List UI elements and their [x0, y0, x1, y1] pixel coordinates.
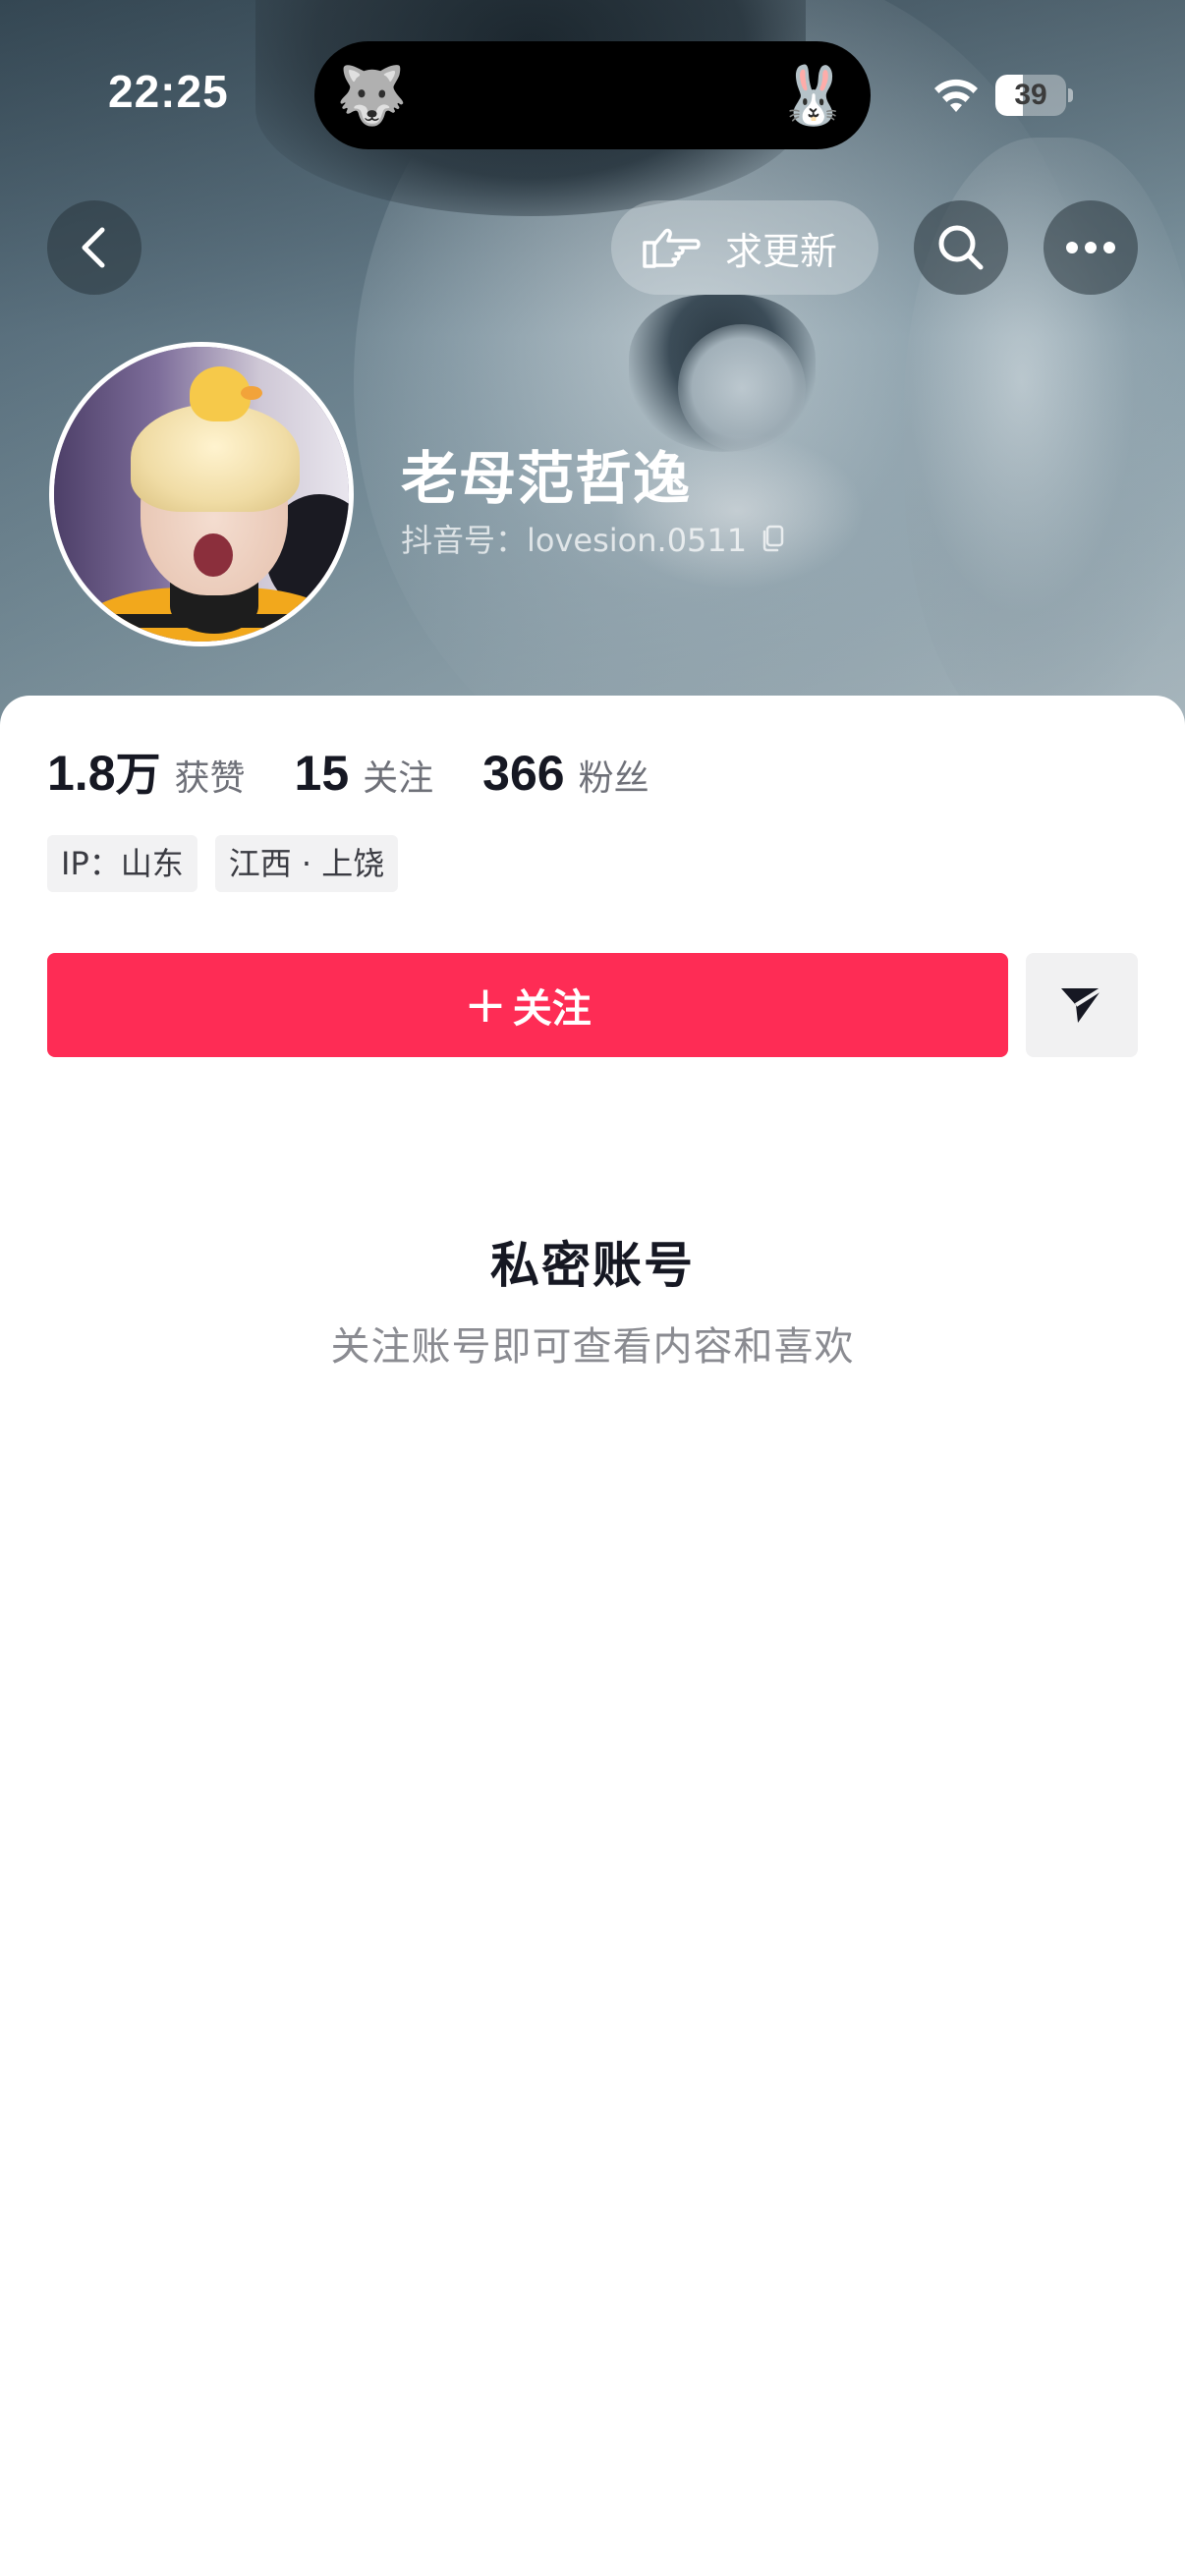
stat-following[interactable]: 15 关注 — [295, 745, 434, 802]
follow-button[interactable]: + 关注 — [47, 953, 1008, 1057]
dynamic-island: 🐺 🐰 — [314, 41, 871, 149]
pointing-hand-icon — [643, 228, 701, 268]
rabbit-emoji-icon: 🐰 — [777, 62, 849, 129]
private-account-description: 关注账号即可查看内容和喜欢 — [330, 1324, 855, 1370]
stat-followers-value: 366 — [482, 746, 565, 801]
more-dots-icon — [1066, 242, 1115, 253]
stat-likes-unit: 万 — [115, 748, 161, 801]
plus-icon: + — [464, 976, 507, 1035]
avatar[interactable] — [49, 342, 354, 646]
send-message-icon — [1061, 986, 1104, 1023]
stat-likes-label: 获赞 — [174, 758, 246, 799]
search-button[interactable] — [914, 200, 1008, 295]
send-message-button[interactable] — [1026, 953, 1138, 1057]
stat-following-value: 15 — [294, 746, 350, 801]
chevron-left-icon — [82, 227, 105, 268]
wolf-emoji-icon: 🐺 — [336, 62, 408, 129]
private-account-title: 私密账号 — [490, 1237, 695, 1294]
tag-ip-location: IP：山东 — [47, 835, 198, 892]
status-time: 22:25 — [108, 66, 229, 117]
stat-likes-value: 1.8 — [47, 746, 116, 801]
battery-level: 39 — [1014, 79, 1047, 111]
douyin-id-row[interactable]: 抖音号：lovesion.0511 — [401, 516, 786, 561]
stat-following-label: 关注 — [363, 758, 434, 799]
profile-tags: IP：山东 江西 · 上饶 — [47, 835, 416, 892]
follow-button-label: 关注 — [512, 986, 592, 1032]
tag-region[interactable]: 江西 · 上饶 — [214, 835, 399, 892]
wifi-icon — [934, 79, 978, 112]
stat-followers-label: 粉丝 — [578, 758, 649, 799]
copy-icon[interactable] — [759, 524, 786, 553]
more-button[interactable] — [1044, 200, 1138, 295]
request-update-label: 求更新 — [725, 229, 838, 273]
stat-likes[interactable]: 1.8 万 获赞 — [47, 739, 246, 804]
douyin-id-text: 抖音号：lovesion.0511 — [401, 522, 748, 559]
profile-page: 22:25 🐺 🐰 39 求更新 老母范哲逸 抖音号：lovesion.0511… — [0, 0, 1185, 2576]
profile-name: 老母范哲逸 — [401, 445, 692, 512]
back-button[interactable] — [47, 200, 141, 295]
request-update-button[interactable]: 求更新 — [611, 200, 878, 295]
profile-stats: 1.8 万 获赞 15 关注 366 粉丝 — [47, 739, 699, 804]
battery-indicator: 39 — [995, 75, 1073, 116]
search-icon — [938, 225, 984, 270]
stat-followers[interactable]: 366 粉丝 — [482, 745, 649, 802]
